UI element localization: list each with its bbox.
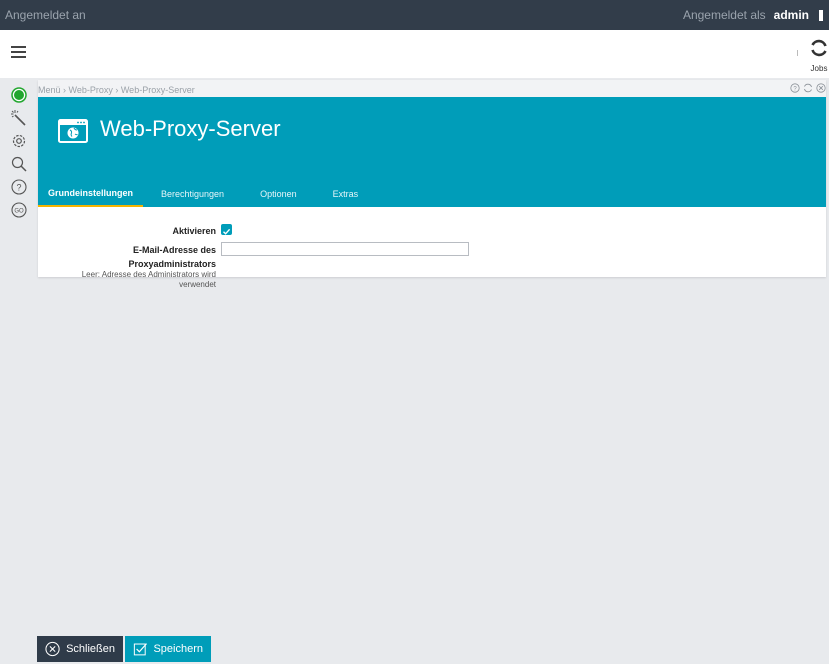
- jobs-sync-icon: [811, 39, 827, 57]
- panel-controls: ?: [790, 83, 826, 93]
- svg-text:GO: GO: [14, 209, 24, 215]
- side-icon-rail: ? GO: [10, 86, 28, 224]
- svg-text:?: ?: [16, 183, 21, 193]
- status-online-icon[interactable]: [10, 86, 28, 104]
- email-label-line2: Proxyadministrators: [128, 259, 216, 269]
- save-button[interactable]: Speichern: [125, 636, 211, 662]
- refresh-icon[interactable]: [803, 83, 813, 93]
- header-bar: Jobs: [0, 30, 829, 78]
- menu-burger-icon[interactable]: [11, 46, 26, 59]
- tab-grundeinstellungen[interactable]: Grundeinstellungen: [38, 182, 144, 207]
- email-label-line1: E-Mail-Adresse des: [132, 245, 216, 255]
- activate-label: Aktivieren: [172, 226, 216, 236]
- content-panel: Menü › Web-Proxy › Web-Proxy-Server ? We…: [38, 80, 826, 289]
- settings-form: Aktivieren E-Mail-Adresse des Proxyadmin…: [38, 207, 826, 289]
- web-proxy-globe-icon: [58, 119, 88, 143]
- close-button[interactable]: Schließen: [37, 636, 123, 662]
- top-status-bar: Angemeldet an Angemeldet als admin: [0, 0, 829, 30]
- close-button-label: Schließen: [66, 643, 115, 655]
- header-divider: [797, 50, 798, 56]
- tab-extras[interactable]: Extras: [315, 182, 377, 207]
- username[interactable]: admin: [774, 8, 809, 22]
- page-title: Web-Proxy-Server: [100, 116, 281, 141]
- module-header: Web-Proxy-Server: [38, 97, 826, 182]
- email-hint-line2: verwendet: [179, 280, 216, 289]
- activate-checkbox[interactable]: [221, 224, 232, 235]
- login-status: Angemeldet an: [5, 8, 86, 22]
- settings-gear-icon[interactable]: [10, 132, 28, 150]
- user-info: Angemeldet als admin: [683, 8, 823, 22]
- logged-in-as-label: Angemeldet als: [682, 8, 766, 22]
- close-panel-icon[interactable]: [816, 83, 826, 93]
- tab-bar: Grundeinstellungen Berechtigungen Option…: [38, 182, 826, 207]
- save-check-icon: [133, 643, 147, 656]
- jobs-button[interactable]: Jobs: [808, 38, 829, 73]
- close-circle-icon: [45, 641, 60, 657]
- proxy-admin-email-input[interactable]: [221, 242, 469, 256]
- help-icon[interactable]: ?: [10, 178, 28, 196]
- checkmark-icon: [223, 228, 231, 235]
- email-hint-line1: Leer: Adresse des Administrators wird: [81, 270, 216, 279]
- search-icon[interactable]: [10, 155, 28, 173]
- user-flag-icon[interactable]: [819, 9, 823, 21]
- breadcrumb[interactable]: Menü › Web-Proxy › Web-Proxy-Server: [38, 85, 195, 95]
- breadcrumb-bar: Menü › Web-Proxy › Web-Proxy-Server ?: [38, 80, 826, 97]
- wizard-wand-icon[interactable]: [10, 109, 28, 127]
- tab-optionen[interactable]: Optionen: [242, 182, 315, 207]
- save-button-label: Speichern: [153, 643, 203, 655]
- tab-berechtigungen[interactable]: Berechtigungen: [143, 182, 242, 207]
- info-icon[interactable]: ?: [790, 83, 800, 93]
- jobs-label: Jobs: [810, 64, 828, 73]
- go-icon[interactable]: GO: [10, 201, 28, 219]
